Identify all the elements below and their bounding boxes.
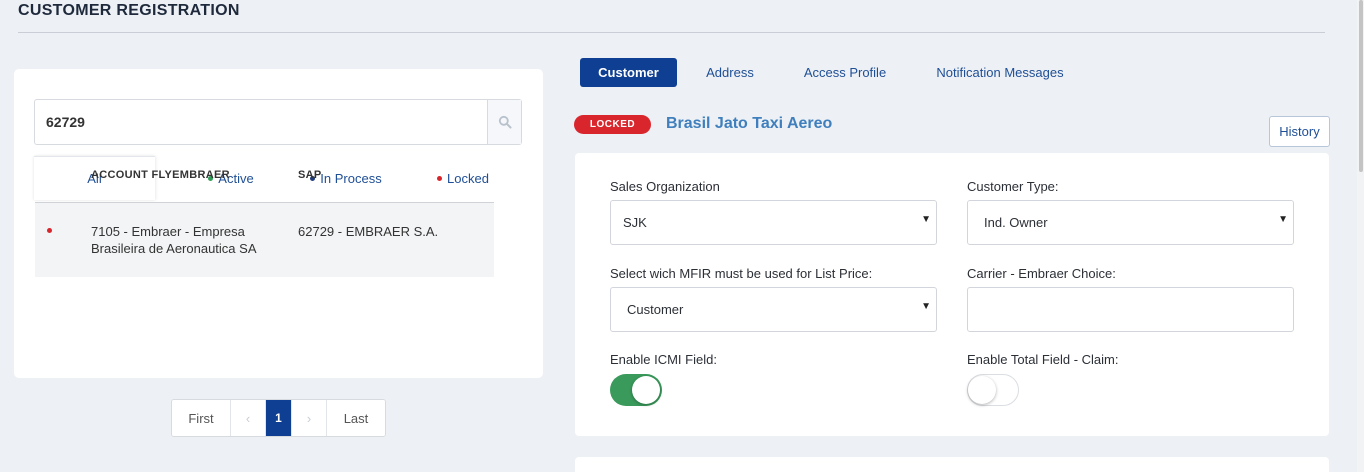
sap-cell: 62729 - EMBRAER S.A. (298, 224, 439, 239)
pagination-last-button[interactable]: Last (327, 400, 385, 436)
next-form-section (575, 457, 1329, 472)
search-input[interactable] (35, 100, 488, 144)
account-line-2: Brasileira de Aeronautica SA (91, 241, 257, 256)
total-claim-toggle[interactable] (967, 374, 1019, 406)
tab-access-profile[interactable]: Access Profile (792, 58, 898, 87)
sales-organization-select[interactable]: SJK ▼ (610, 200, 937, 245)
total-claim-label: Enable Total Field - Claim: (967, 352, 1119, 367)
select-value: Customer (627, 302, 684, 317)
search-box (34, 99, 522, 145)
customer-type-label: Customer Type: (967, 179, 1059, 194)
customer-name: Brasil Jato Taxi Aereo (666, 115, 833, 132)
page-title: CUSTOMER REGISTRATION (18, 2, 240, 19)
chevron-down-icon: ▼ (921, 301, 931, 312)
icmi-toggle[interactable] (610, 374, 662, 406)
select-value: Ind. Owner (984, 215, 1048, 230)
toggle-knob (968, 376, 996, 404)
results-table: ACCOUNT FLYEMBRAER SAP 7105 - Embraer - … (35, 156, 494, 277)
customer-type-select[interactable]: Ind. Owner ▼ (967, 200, 1294, 245)
pagination-first-button[interactable]: First (172, 400, 231, 436)
table-row[interactable]: 7105 - Embraer - Empresa Brasileira de A… (35, 203, 494, 277)
chevron-down-icon: ▼ (1278, 214, 1288, 225)
history-button[interactable]: History (1269, 116, 1330, 147)
column-header-account: ACCOUNT FLYEMBRAER (91, 169, 230, 181)
toggle-knob (632, 376, 660, 404)
search-icon (498, 115, 511, 129)
title-divider (18, 32, 1325, 33)
pagination-next-button[interactable]: › (292, 400, 327, 436)
select-value: SJK (623, 215, 647, 230)
pagination-prev-button[interactable]: ‹ (231, 400, 266, 436)
icmi-label: Enable ICMI Field: (610, 352, 717, 367)
search-button[interactable] (487, 100, 521, 144)
carrier-input[interactable] (967, 287, 1294, 332)
status-badge: LOCKED (574, 115, 651, 134)
scrollbar[interactable] (1357, 0, 1364, 472)
chevron-down-icon: ▼ (921, 214, 931, 225)
tab-customer[interactable]: Customer (580, 58, 677, 87)
mfir-select[interactable]: Customer ▼ (610, 287, 937, 332)
pagination: First ‹ 1 › Last (171, 399, 386, 437)
carrier-label: Carrier - Embraer Choice: (967, 266, 1116, 281)
column-header-sap: SAP (298, 169, 322, 181)
tab-notification-messages[interactable]: Notification Messages (928, 58, 1072, 87)
locked-status-dot (47, 228, 52, 233)
account-cell: 7105 - Embraer - Empresa Brasileira de A… (91, 223, 256, 257)
tab-address[interactable]: Address (694, 58, 766, 87)
mfir-label: Select wich MFIR must be used for List P… (610, 266, 873, 281)
customer-form: Sales Organization SJK ▼ Customer Type: … (575, 153, 1329, 436)
account-line-1: 7105 - Embraer - Empresa (91, 224, 245, 239)
pagination-page-1[interactable]: 1 (266, 400, 292, 436)
sales-organization-label: Sales Organization (610, 179, 720, 194)
scrollbar-thumb[interactable] (1359, 0, 1363, 172)
